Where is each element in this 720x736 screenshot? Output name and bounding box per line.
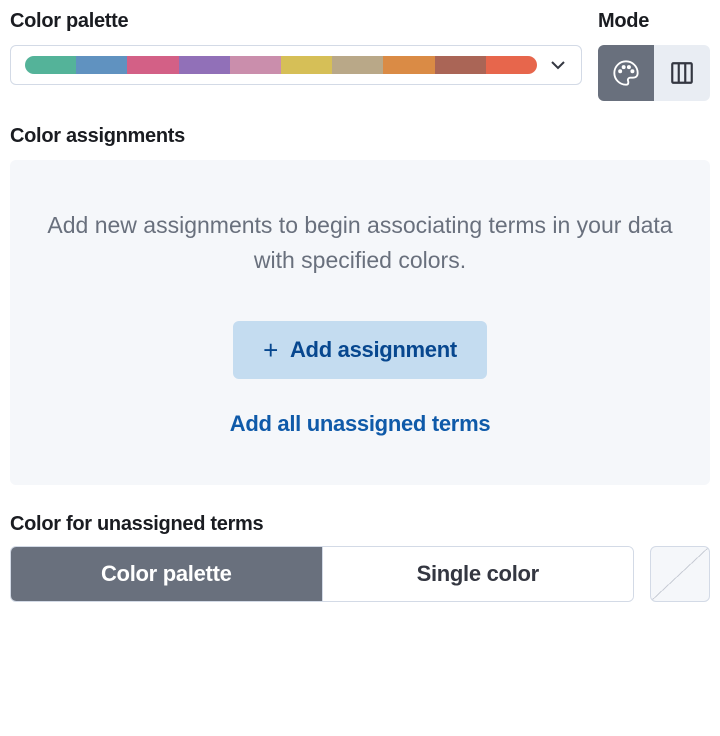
mode-toggle: [598, 45, 710, 101]
unassigned-terms-label: Color for unassigned terms: [10, 513, 710, 536]
columns-icon: [669, 60, 695, 86]
mode-palette-button[interactable]: [598, 45, 654, 101]
assignments-empty-state: Add new assignments to begin associating…: [10, 160, 710, 485]
palette-strip: [25, 56, 537, 74]
palette-icon: [612, 59, 640, 87]
add-assignment-button[interactable]: + Add assignment: [233, 321, 487, 379]
color-assignments-label: Color assignments: [10, 125, 710, 148]
color-palette-select[interactable]: [10, 45, 582, 85]
color-swatch-picker[interactable]: [650, 546, 710, 602]
chevron-down-icon: [549, 59, 567, 71]
empty-state-text: Add new assignments to begin associating…: [46, 208, 674, 277]
color-palette-label: Color palette: [10, 10, 582, 33]
unassigned-toggle-group: Color palette Single color: [10, 546, 634, 602]
unassigned-option-palette[interactable]: Color palette: [11, 547, 322, 601]
plus-icon: +: [263, 337, 278, 363]
add-assignment-label: Add assignment: [290, 337, 457, 363]
unassigned-option-single[interactable]: Single color: [322, 547, 634, 601]
mode-label: Mode: [598, 10, 710, 33]
mode-columns-button[interactable]: [654, 45, 710, 101]
add-all-unassigned-link[interactable]: Add all unassigned terms: [46, 411, 674, 437]
empty-swatch-icon: [651, 547, 709, 601]
